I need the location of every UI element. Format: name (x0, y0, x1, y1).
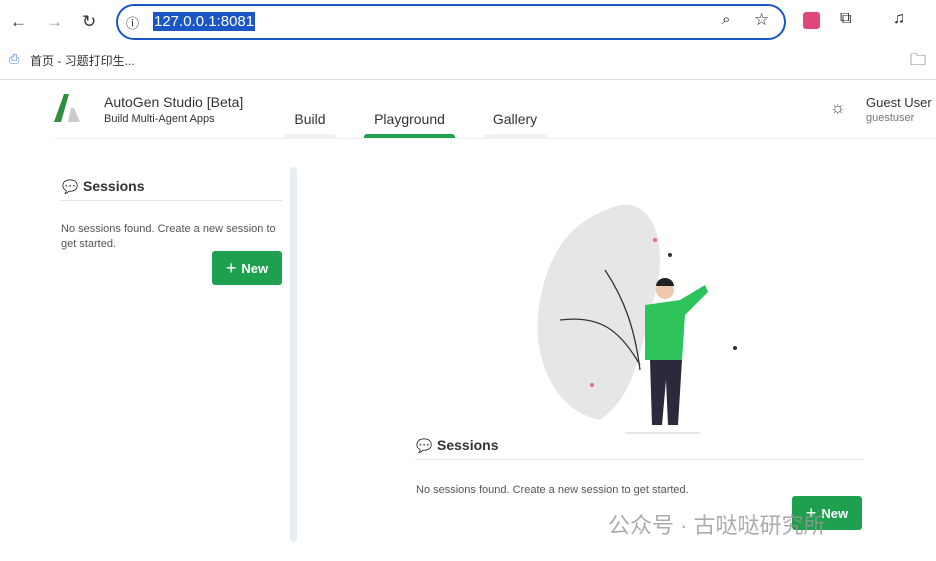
reload-icon[interactable]: ↻ (82, 12, 96, 32)
star-icon[interactable]: ☆ (754, 10, 769, 30)
app-subtitle: Build Multi-Agent Apps (104, 113, 215, 125)
translate-extension-icon[interactable] (803, 12, 820, 29)
main-sessions-title: Sessions (437, 437, 499, 453)
tab-build[interactable]: Build (284, 111, 336, 127)
tab-playground[interactable]: Playground (364, 111, 455, 127)
sidebar-empty-message: No sessions found. Create a new session … (61, 223, 276, 250)
user-name[interactable]: Guest User (866, 95, 932, 110)
extensions-icon[interactable]: ⧉ (840, 10, 851, 28)
new-label: New (241, 260, 269, 276)
zoom-icon[interactable]: ⌕ (722, 11, 730, 28)
tab-gallery[interactable]: Gallery (483, 111, 547, 127)
header-divider (54, 138, 936, 139)
chat-bubble-icon: 💬 (416, 438, 433, 453)
empty-state-illustration (537, 204, 737, 434)
back-icon[interactable]: ← (10, 12, 27, 32)
bookmarks-bar (0, 44, 936, 80)
chat-bubble-icon: 💬 (62, 179, 79, 194)
main-divider (415, 459, 863, 460)
plus-icon: + (225, 257, 237, 278)
user-username: guestuser (866, 112, 915, 124)
printer-icon: ⎙ (9, 51, 20, 66)
sidebar-sessions-title: Sessions (83, 178, 145, 194)
sidebar-divider (60, 200, 282, 201)
folder-icon[interactable]: 🗀 (910, 49, 926, 76)
forward-icon[interactable]: → (46, 12, 63, 32)
main-empty-message: No sessions found. Create a new session … (416, 484, 689, 496)
autogen-logo-icon (54, 94, 80, 122)
bookmark-item[interactable]: 首页 - 习题打印生... (30, 52, 135, 69)
app-title: AutoGen Studio [Beta] (104, 94, 244, 110)
info-icon[interactable]: ⓘ (126, 13, 139, 32)
watermark: 公众号 · 古哒哒研究所 (608, 513, 826, 538)
theme-toggle-sun-icon[interactable]: ☼ (830, 98, 846, 118)
sidebar-scrollbar[interactable] (290, 167, 297, 542)
sidebar-new-session-button[interactable]: + New (212, 251, 282, 285)
url-text[interactable]: 127.0.0.1:8081 (153, 12, 256, 31)
media-icon[interactable]: ♫ (893, 10, 905, 28)
